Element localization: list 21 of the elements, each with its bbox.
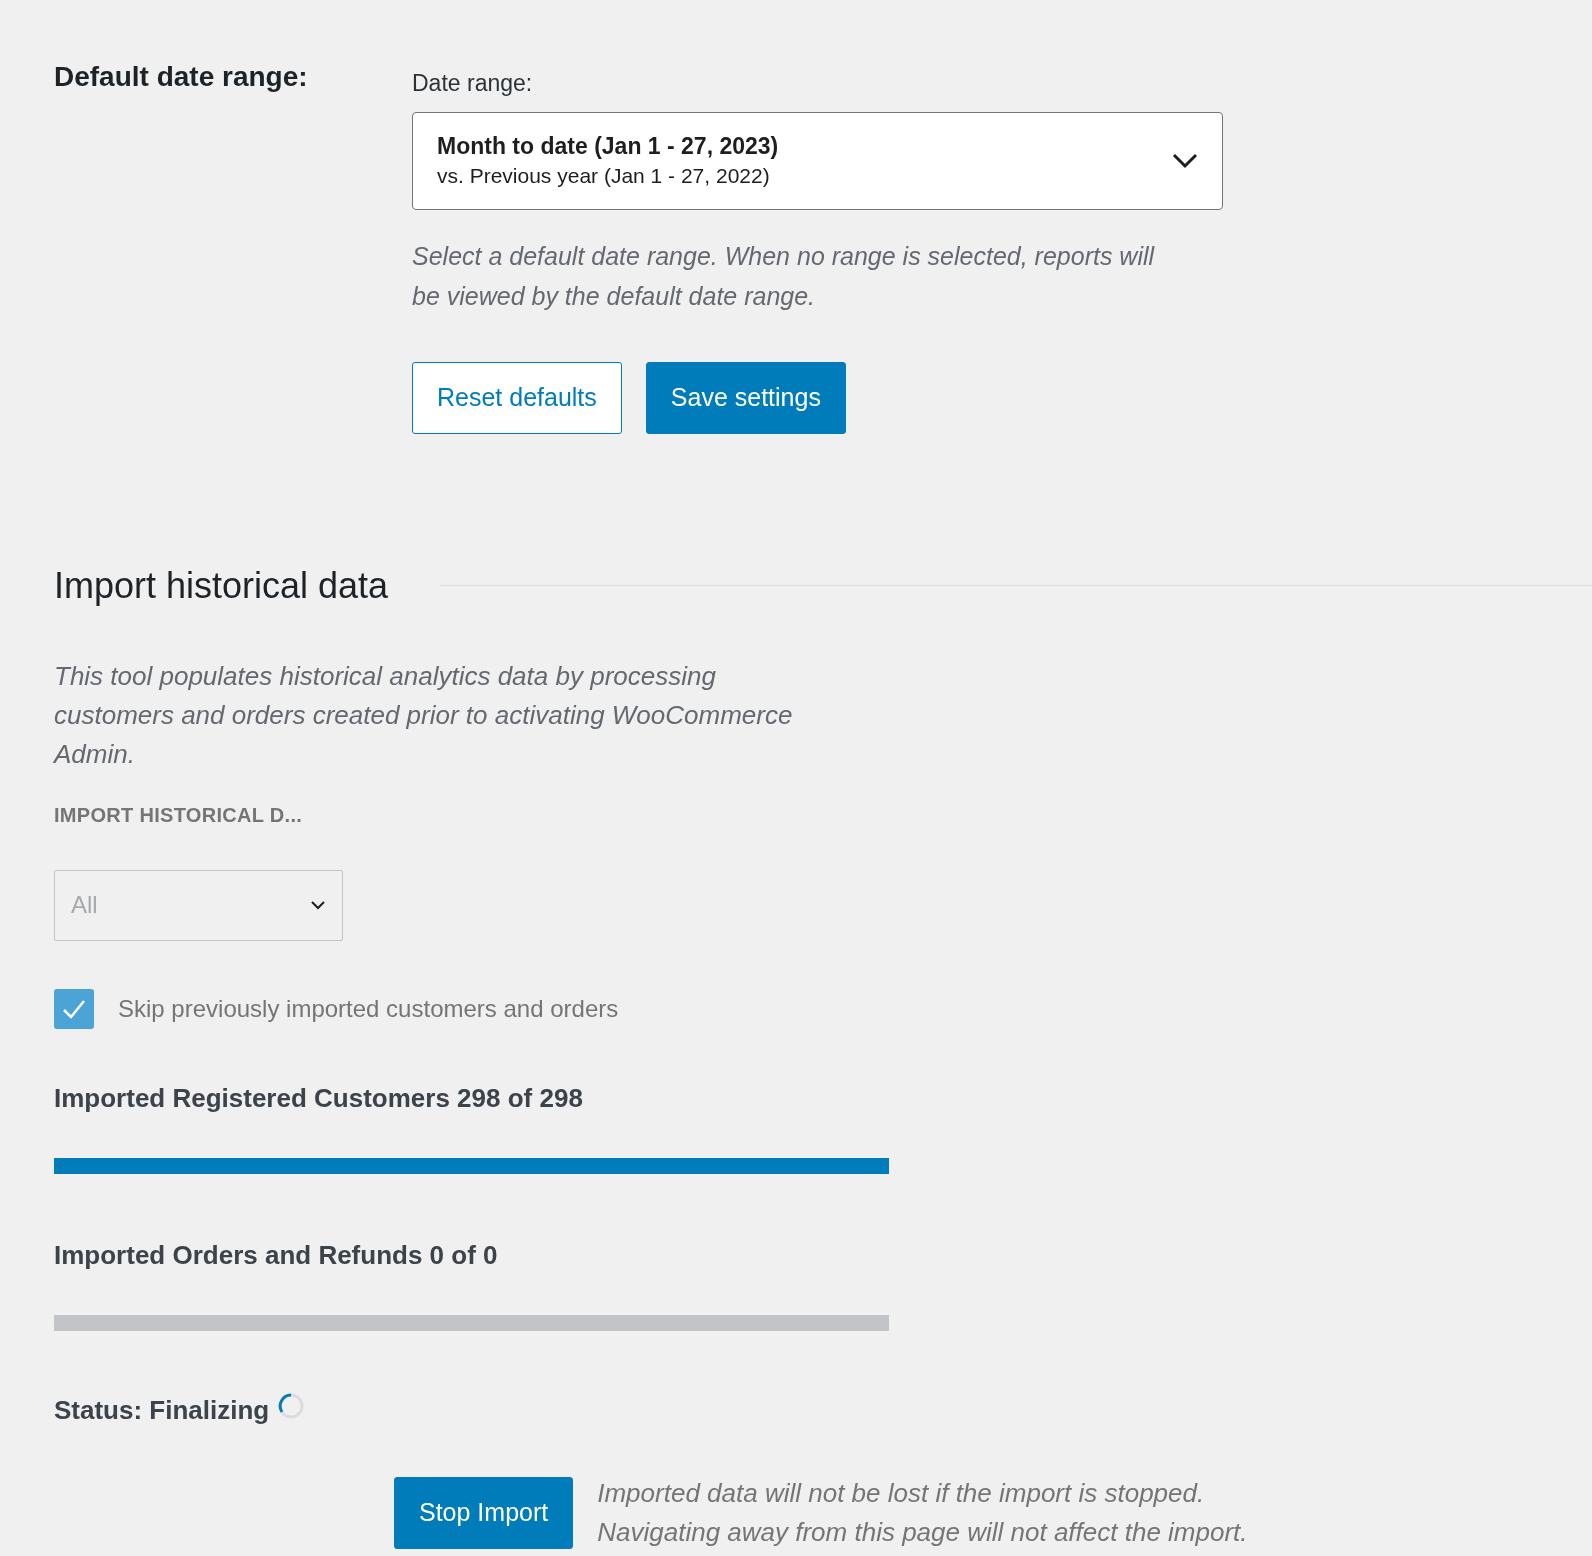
- select-value: All: [71, 890, 98, 921]
- date-range-dropdown[interactable]: Month to date (Jan 1 - 27, 2023) vs. Previous year (Jan 1 - 27, 2022): [412, 111, 1223, 210]
- note-text: Imported data will not be lost if the import is stopped. Navigating away from this page will not affect the import.: [597, 1476, 1248, 1549]
- save-button[interactable]: Save settings: [645, 361, 846, 434]
- chevron-down-icon: [310, 900, 326, 911]
- help-text: Select a default date range. When no range is selected, reports will be viewed by the default date range.: [412, 240, 1156, 312]
- status-text: Status: Finalizing: [54, 1393, 270, 1427]
- section-heading: Default date range:: [54, 60, 309, 94]
- progress-label: Imported Registered Customers 298 of 298: [54, 1081, 584, 1115]
- date-range-comparison: vs. Previous year (Jan 1 - 27, 2022): [437, 162, 771, 189]
- reset-button[interactable]: Reset defaults: [412, 361, 622, 434]
- date-range-primary: Month to date (Jan 1 - 27, 2023): [437, 132, 779, 161]
- field-label: Date range:: [412, 70, 534, 98]
- chevron-down-icon: [1172, 152, 1198, 169]
- section-title: Import historical data: [54, 563, 389, 607]
- stop-import-button[interactable]: Stop Import: [394, 1476, 574, 1549]
- select-label: IMPORT HISTORICAL D...: [54, 802, 304, 828]
- checkbox[interactable]: [54, 988, 94, 1029]
- checkbox-label: Skip previously imported customers and orders: [118, 993, 619, 1024]
- progress-label: Imported Orders and Refunds 0 of 0: [54, 1238, 499, 1272]
- description-text: This tool populates historical analytics data by processing customers and orders created prior to activating WooCommerce Admin.: [54, 659, 794, 771]
